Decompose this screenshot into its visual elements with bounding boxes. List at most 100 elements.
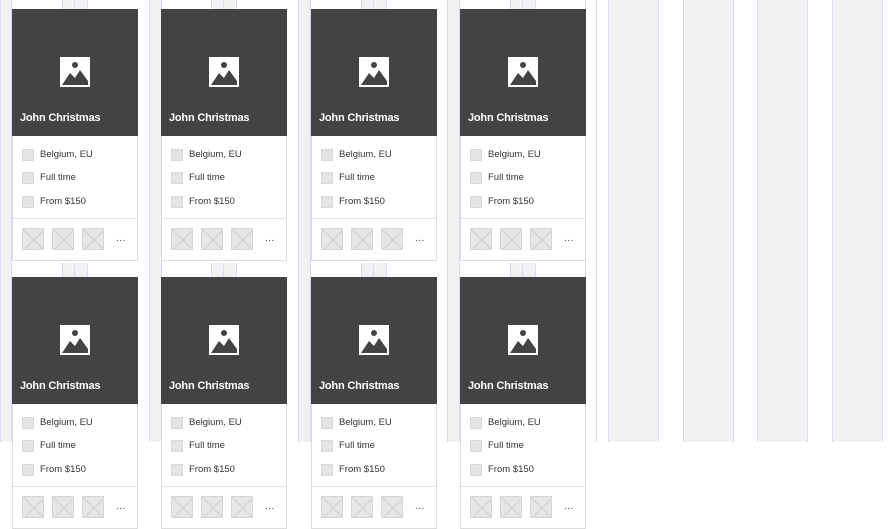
image-placeholder-thumb-icon[interactable] [171,228,193,250]
grid-column [608,0,659,442]
card-hero: John Christmas [311,277,437,404]
card-divider [461,486,585,487]
image-placeholder-thumb-icon[interactable] [321,228,343,250]
image-placeholder-icon [208,324,240,356]
card-location: Belgium, EU [189,149,242,160]
checkbox-icon[interactable] [171,196,183,208]
checkbox-icon[interactable] [171,464,183,476]
image-placeholder-thumb-icon[interactable] [22,228,44,250]
card-name: John Christmas [169,380,250,392]
image-placeholder-icon [59,324,91,356]
image-placeholder-thumb-icon[interactable] [231,496,253,518]
checkbox-icon[interactable] [470,172,482,184]
profile-card[interactable]: John Christmas Belgium, EU Full time Fro… [161,9,287,261]
card-divider [312,218,436,219]
checkbox-icon[interactable] [22,149,34,161]
grid-column [298,0,311,442]
checkbox-icon[interactable] [321,196,333,208]
image-placeholder-thumb-icon[interactable] [52,496,74,518]
more-thumbs-indicator[interactable]: ... [265,233,275,244]
card-divider [162,218,286,219]
card-price: From $150 [40,196,86,207]
checkbox-icon[interactable] [22,464,34,476]
image-placeholder-icon [507,324,539,356]
card-connector [211,263,237,277]
card-name: John Christmas [468,380,549,392]
image-placeholder-thumb-icon[interactable] [500,228,522,250]
image-placeholder-thumb-icon[interactable] [82,496,104,518]
card-connector [361,263,387,277]
checkbox-icon[interactable] [171,149,183,161]
image-placeholder-thumb-icon[interactable] [52,228,74,250]
image-placeholder-thumb-icon[interactable] [231,228,253,250]
card-divider [461,218,585,219]
card-price: From $150 [339,196,385,207]
card-location: Belgium, EU [339,149,392,160]
more-thumbs-indicator[interactable]: ... [564,233,574,244]
grid-column [757,0,808,442]
more-thumbs-indicator[interactable]: ... [415,501,425,512]
image-placeholder-thumb-icon[interactable] [381,496,403,518]
profile-card[interactable]: John Christmas Belgium, EU Full time Fro… [12,9,138,261]
card-location: Belgium, EU [40,149,93,160]
image-placeholder-thumb-icon[interactable] [381,228,403,250]
card-type: Full time [488,172,524,183]
more-thumbs-indicator[interactable]: ... [564,501,574,512]
profile-card[interactable]: John Christmas Belgium, EU Full time Fro… [161,277,287,529]
checkbox-icon[interactable] [470,149,482,161]
image-placeholder-thumb-icon[interactable] [351,228,373,250]
grid-column [683,0,734,442]
card-connector [211,0,237,9]
card-type: Full time [339,172,375,183]
checkbox-icon[interactable] [321,149,333,161]
image-placeholder-thumb-icon[interactable] [470,228,492,250]
more-thumbs-indicator[interactable]: ... [265,501,275,512]
checkbox-icon[interactable] [470,196,482,208]
card-price: From $150 [189,196,235,207]
card-connector [62,0,88,9]
profile-card[interactable]: John Christmas Belgium, EU Full time Fro… [12,277,138,529]
checkbox-icon[interactable] [171,417,183,429]
grid-column [832,0,883,442]
card-price: From $150 [189,464,235,475]
card-name: John Christmas [20,112,101,124]
card-divider [312,486,436,487]
card-divider [13,486,137,487]
image-placeholder-icon [358,56,390,88]
image-placeholder-thumb-icon[interactable] [530,496,552,518]
grid-column [0,0,12,442]
card-price: From $150 [40,464,86,475]
image-placeholder-icon [208,56,240,88]
card-name: John Christmas [20,380,101,392]
checkbox-icon[interactable] [470,417,482,429]
image-placeholder-thumb-icon[interactable] [470,496,492,518]
profile-card[interactable]: John Christmas Belgium, EU Full time Fro… [460,277,586,529]
image-placeholder-thumb-icon[interactable] [500,496,522,518]
checkbox-icon[interactable] [470,464,482,476]
checkbox-icon[interactable] [321,417,333,429]
more-thumbs-indicator[interactable]: ... [116,233,126,244]
profile-card[interactable]: John Christmas Belgium, EU Full time Fro… [311,277,437,529]
checkbox-icon[interactable] [171,172,183,184]
card-connector [62,263,88,277]
checkbox-icon[interactable] [22,196,34,208]
image-placeholder-thumb-icon[interactable] [201,496,223,518]
image-placeholder-thumb-icon[interactable] [351,496,373,518]
image-placeholder-thumb-icon[interactable] [22,496,44,518]
image-placeholder-icon [507,56,539,88]
checkbox-icon[interactable] [321,172,333,184]
card-type: Full time [40,172,76,183]
more-thumbs-indicator[interactable]: ... [116,501,126,512]
image-placeholder-thumb-icon[interactable] [201,228,223,250]
image-placeholder-thumb-icon[interactable] [321,496,343,518]
checkbox-icon[interactable] [321,464,333,476]
image-placeholder-thumb-icon[interactable] [171,496,193,518]
checkbox-icon[interactable] [22,172,34,184]
profile-card[interactable]: John Christmas Belgium, EU Full time Fro… [311,9,437,261]
more-thumbs-indicator[interactable]: ... [415,233,425,244]
image-placeholder-thumb-icon[interactable] [530,228,552,250]
card-hero: John Christmas [12,277,138,404]
profile-card[interactable]: John Christmas Belgium, EU Full time Fro… [460,9,586,261]
image-placeholder-thumb-icon[interactable] [82,228,104,250]
checkbox-icon[interactable] [22,417,34,429]
